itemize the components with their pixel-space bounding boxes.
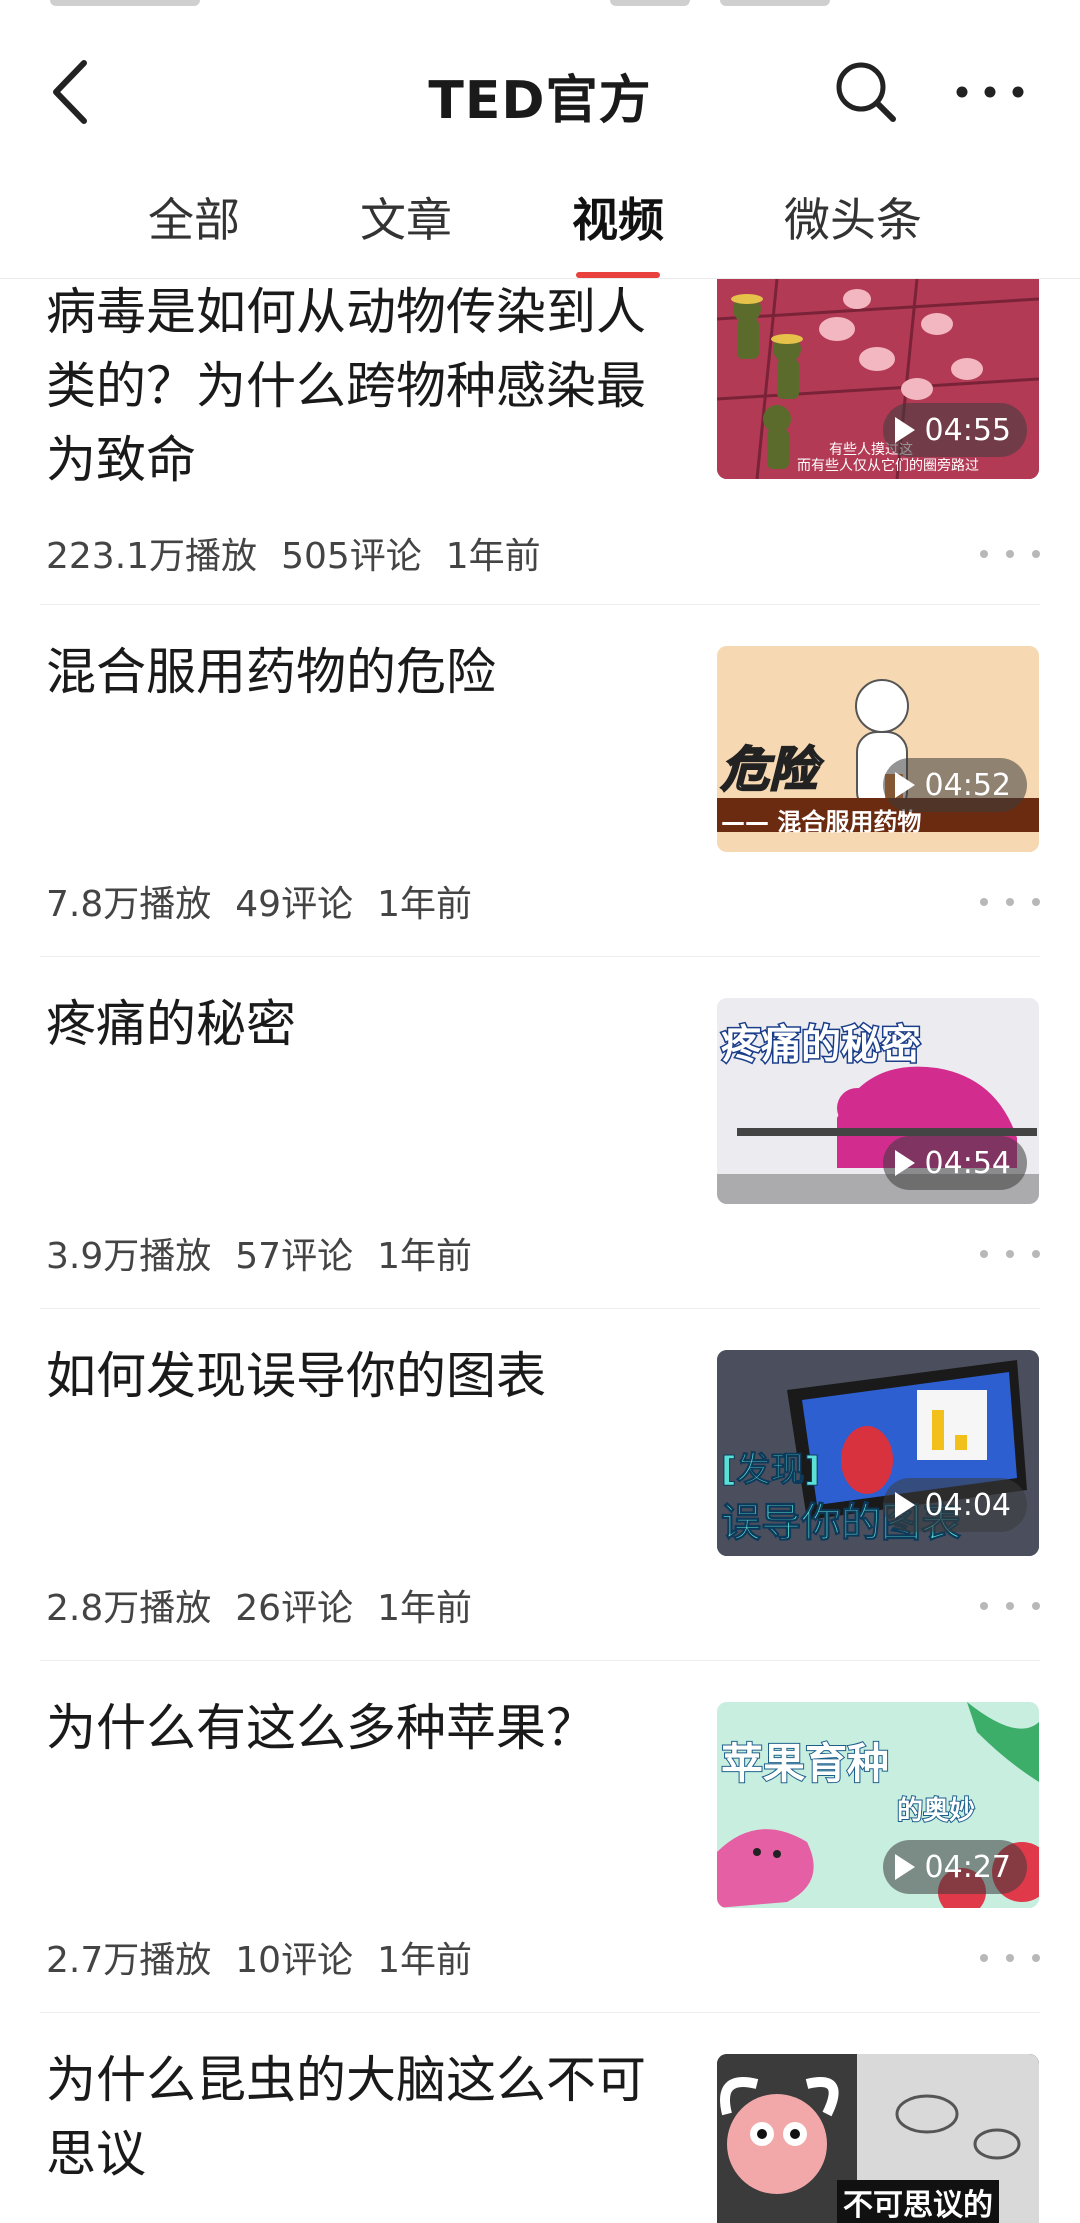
top-bar: TED官方 bbox=[0, 14, 1080, 164]
publish-time: 1年前 bbox=[377, 1588, 472, 1629]
video-title: 为什么有这么多种苹果？ bbox=[46, 1699, 596, 1757]
thumbnail-headline: 苹果育种 bbox=[720, 1738, 890, 1789]
play-count: 2.8万播放 bbox=[46, 1588, 212, 1629]
video-meta: 223.1万播放 505评论 1年前 bbox=[46, 527, 565, 579]
more-dot-icon bbox=[980, 1250, 988, 1258]
video-meta: 3.9万播放 57评论 1年前 bbox=[46, 1227, 496, 1279]
more-dot-icon bbox=[980, 1602, 988, 1610]
thumbnail-subtitle: —— 混合服用药物 bbox=[721, 808, 922, 836]
comment-count: 49评论 bbox=[235, 884, 354, 925]
tab-bar: 全部 文章 视频 微头条 bbox=[0, 164, 1080, 279]
thumbnail-caption: 而有些人仅从它们的圈旁路过 bbox=[797, 458, 979, 474]
more-button[interactable] bbox=[948, 52, 1032, 132]
more-dot-icon bbox=[1006, 1250, 1014, 1258]
duration-badge: 04:55 bbox=[882, 403, 1027, 457]
list-item[interactable]: 疼痛的秘密 疼痛的秘密 04:54 3.9万播放 57评论 1年前 bbox=[0, 957, 1080, 1309]
more-dot-icon bbox=[1032, 1602, 1040, 1610]
tab-all[interactable]: 全部 bbox=[148, 190, 240, 260]
tab-label: 视频 bbox=[572, 193, 664, 247]
comment-count: 10评论 bbox=[235, 1940, 354, 1981]
duration-badge: 04:04 bbox=[882, 1478, 1027, 1532]
publish-time: 1年前 bbox=[445, 536, 541, 577]
tab-articles[interactable]: 文章 bbox=[360, 190, 452, 260]
duration-text: 04:27 bbox=[924, 1849, 1011, 1885]
list-item[interactable]: 如何发现误导你的图表 [发现] 误导你的图表 04:04 2.8万播放 26评论 1… bbox=[0, 1309, 1080, 1661]
more-dot-icon bbox=[980, 1954, 988, 1962]
tab-label: 全部 bbox=[148, 193, 240, 247]
tab-label: 文章 bbox=[360, 193, 452, 247]
duration-badge: 04:52 bbox=[882, 758, 1027, 812]
video-thumbnail[interactable]: 苹果育种 的奥妙 04:27 bbox=[717, 1702, 1039, 1908]
list-item[interactable]: 为什么昆虫的大脑这么不可思议 不可思议的 bbox=[0, 2013, 1080, 2223]
more-dot-icon bbox=[1032, 1954, 1040, 1962]
video-thumbnail[interactable]: 不可思议的 bbox=[717, 2054, 1039, 2223]
play-count: 223.1万播放 bbox=[46, 536, 258, 577]
video-title: 混合服用药物的危险 bbox=[46, 643, 496, 701]
play-icon bbox=[894, 772, 915, 798]
video-title: 疼痛的秘密 bbox=[46, 995, 296, 1053]
play-icon bbox=[894, 417, 915, 443]
more-dot-icon bbox=[980, 550, 988, 558]
publish-time: 1年前 bbox=[377, 1236, 472, 1277]
thumbnail-headline: [发现] bbox=[720, 1450, 821, 1491]
item-more-button[interactable] bbox=[980, 1239, 1040, 1269]
video-title: 为什么昆虫的大脑这么不可思议 bbox=[46, 2051, 646, 2183]
video-meta: 7.8万播放 49评论 1年前 bbox=[46, 875, 496, 927]
tab-micro-posts[interactable]: 微头条 bbox=[784, 190, 922, 260]
duration-badge: 04:27 bbox=[882, 1840, 1027, 1894]
status-bar bbox=[0, 0, 1080, 14]
item-more-button[interactable] bbox=[980, 887, 1040, 917]
video-thumbnail[interactable]: 危险 —— 混合服用药物 04:52 bbox=[717, 646, 1039, 852]
duration-text: 04:52 bbox=[924, 767, 1011, 803]
thumbnail-headline: 疼痛的秘密 bbox=[720, 1021, 923, 1070]
item-more-button[interactable] bbox=[980, 1943, 1040, 1973]
search-icon bbox=[836, 62, 896, 122]
search-button[interactable] bbox=[826, 52, 906, 132]
list-item[interactable]: 病毒是如何从动物传染到人类的？为什么跨物种感染最为致命 有些人摸过这 而有些人仅… bbox=[0, 279, 1080, 605]
play-icon bbox=[894, 1150, 915, 1176]
more-dot-icon bbox=[1006, 1602, 1014, 1610]
play-count: 2.7万播放 bbox=[46, 1940, 212, 1981]
duration-text: 04:54 bbox=[924, 1145, 1011, 1181]
duration-badge: 04:54 bbox=[882, 1136, 1027, 1190]
comment-count: 57评论 bbox=[235, 1236, 354, 1277]
play-count: 3.9万播放 bbox=[46, 1236, 212, 1277]
video-title: 病毒是如何从动物传染到人类的？为什么跨物种感染最为致命 bbox=[46, 283, 646, 489]
duration-text: 04:04 bbox=[924, 1487, 1011, 1523]
tab-label: 微头条 bbox=[784, 193, 922, 247]
list-item[interactable]: 为什么有这么多种苹果？ 苹果育种 的奥妙 04:27 2.7万播放 10评论 1年前 bbox=[0, 1661, 1080, 2013]
more-dot-icon bbox=[1006, 1954, 1014, 1962]
publish-time: 1年前 bbox=[377, 1940, 472, 1981]
tab-videos[interactable]: 视频 bbox=[572, 190, 664, 278]
thumbnail-headline: 危险 bbox=[720, 741, 818, 799]
video-meta: 2.8万播放 26评论 1年前 bbox=[46, 1579, 496, 1631]
video-title: 如何发现误导你的图表 bbox=[46, 1347, 546, 1405]
more-dot-icon bbox=[1032, 550, 1040, 558]
more-dot-icon bbox=[1032, 1250, 1040, 1258]
page-title: TED官方 bbox=[428, 71, 652, 131]
thumbnail-subtitle: 的奥妙 bbox=[896, 1795, 976, 1827]
duration-text: 04:55 bbox=[924, 412, 1011, 448]
thumbnail-headline: 不可思议的 bbox=[837, 2180, 999, 2223]
video-thumbnail[interactable]: 有些人摸过这 而有些人仅从它们的圈旁路过 04:55 bbox=[717, 279, 1039, 479]
more-horizontal-icon bbox=[956, 86, 1024, 98]
list-item[interactable]: 混合服用药物的危险 危险 —— 混合服用药物 04:52 7.8万播放 49评论 1… bbox=[0, 605, 1080, 957]
more-dot-icon bbox=[1006, 898, 1014, 906]
more-dot-icon bbox=[1006, 550, 1014, 558]
item-more-button[interactable] bbox=[980, 1591, 1040, 1621]
play-icon bbox=[894, 1854, 915, 1880]
video-meta: 2.7万播放 10评论 1年前 bbox=[46, 1931, 496, 1983]
video-thumbnail[interactable]: [发现] 误导你的图表 04:04 bbox=[717, 1350, 1039, 1556]
more-dot-icon bbox=[980, 898, 988, 906]
item-more-button[interactable] bbox=[980, 539, 1040, 569]
comment-count: 26评论 bbox=[235, 1588, 354, 1629]
comment-count: 505评论 bbox=[281, 536, 422, 577]
play-count: 7.8万播放 bbox=[46, 884, 212, 925]
publish-time: 1年前 bbox=[377, 884, 472, 925]
more-dot-icon bbox=[1032, 898, 1040, 906]
video-thumbnail[interactable]: 疼痛的秘密 04:54 bbox=[717, 998, 1039, 1204]
play-icon bbox=[894, 1492, 915, 1518]
